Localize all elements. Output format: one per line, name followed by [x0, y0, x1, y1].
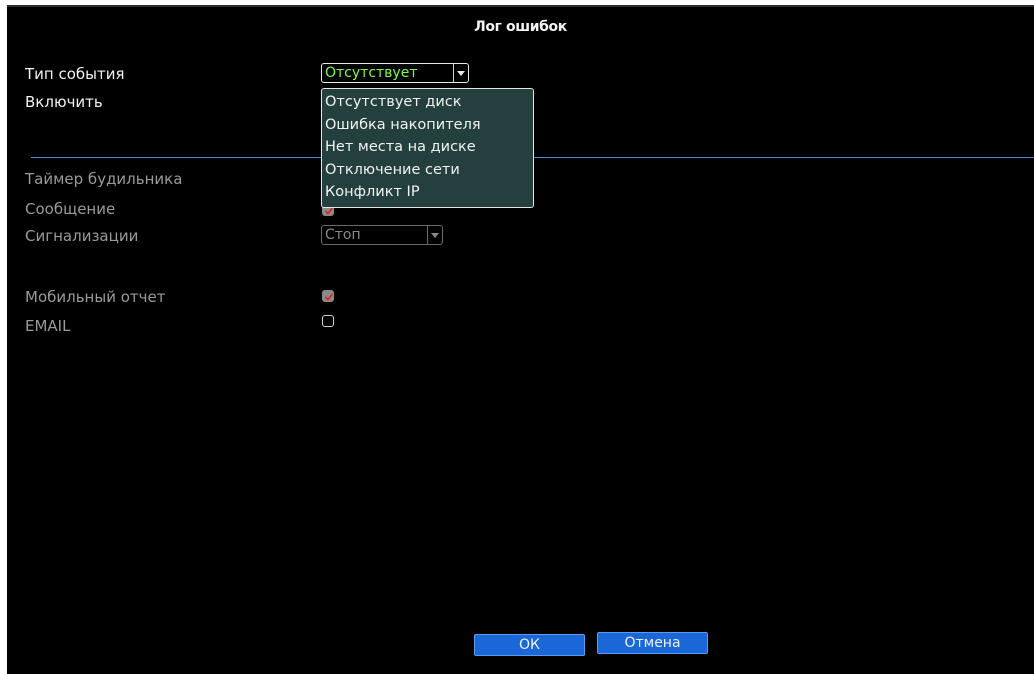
mobile-report-checkbox[interactable]	[322, 290, 334, 302]
alarms-value: Стоп	[325, 227, 361, 243]
mobile-report-label: Мобильный отчет	[25, 288, 166, 306]
dialog-title: Лог ошибок	[474, 19, 567, 35]
enable-label: Включить	[25, 93, 103, 111]
event-type-value: Отсутствует	[325, 65, 418, 81]
error-log-dialog: Лог ошибок Тип события Отсутствует Отсут…	[7, 5, 1034, 674]
dropdown-option-disk-full[interactable]: Нет места на диске	[322, 136, 533, 159]
chevron-down-icon[interactable]	[427, 226, 442, 244]
alarms-select[interactable]: Стоп	[321, 225, 443, 245]
event-type-select[interactable]: Отсутствует	[321, 63, 469, 83]
chevron-down-icon[interactable]	[453, 64, 468, 82]
message-label: Сообщение	[25, 200, 116, 218]
event-type-dropdown: Отсутствует диск Ошибка накопителя Нет м…	[321, 88, 534, 208]
dropdown-option-network-disconnect[interactable]: Отключение сети	[322, 159, 533, 182]
dropdown-option-storage-error[interactable]: Ошибка накопителя	[322, 114, 533, 137]
ok-button[interactable]: ОК	[474, 634, 585, 656]
email-checkbox[interactable]	[322, 315, 334, 327]
dropdown-option-no-disk[interactable]: Отсутствует диск	[322, 91, 533, 114]
event-type-label: Тип события	[25, 65, 125, 83]
alarms-label: Сигнализации	[25, 227, 139, 245]
dropdown-option-ip-conflict[interactable]: Конфликт IP	[322, 181, 533, 204]
cancel-button[interactable]: Отмена	[597, 632, 708, 654]
alarm-timer-label: Таймер будильника	[25, 170, 183, 188]
email-label: EMAIL	[25, 317, 71, 335]
